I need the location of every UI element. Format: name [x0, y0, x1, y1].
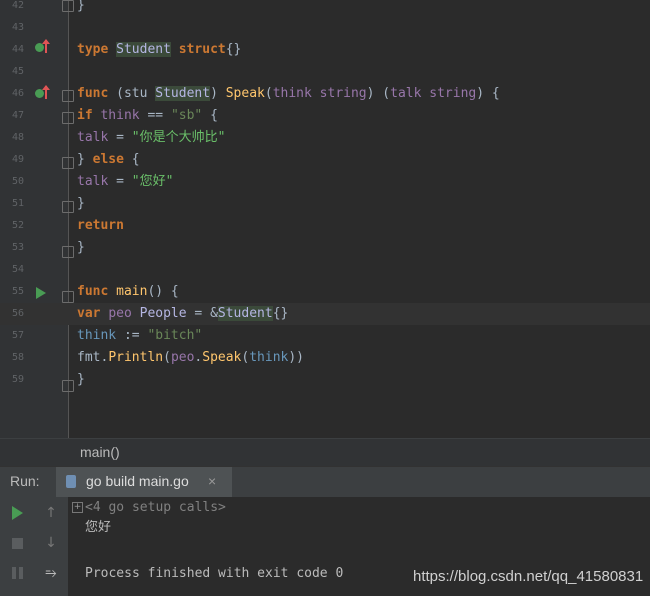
expand-icon[interactable]: + — [72, 502, 83, 513]
code-line[interactable]: 44 type Student struct{} — [0, 39, 650, 61]
breadcrumb-item[interactable]: main() — [80, 444, 120, 460]
code-text[interactable]: } — [77, 0, 85, 17]
code-text[interactable]: type Student struct{} — [77, 39, 241, 61]
go-file-icon — [66, 475, 76, 488]
code-text[interactable]: } — [77, 369, 85, 391]
code-line[interactable]: 53} — [0, 237, 650, 259]
line-number: 56 — [11, 308, 24, 319]
console-output: 您好 — [85, 520, 112, 535]
arrow-down-icon[interactable]: ↓ — [41, 533, 61, 553]
line-number: 44 — [11, 44, 24, 55]
exit-message: Process finished with exit code 0 — [85, 566, 344, 581]
fold-marker-icon[interactable] — [62, 112, 74, 124]
code-line[interactable]: 45 — [0, 61, 650, 83]
code-line[interactable]: 54 — [0, 259, 650, 281]
soft-wrap-icon[interactable]: ⥱ — [41, 563, 61, 583]
run-gutter-icon[interactable] — [36, 287, 46, 299]
code-line[interactable]: 58 fmt.Println(peo.Speak(think)) — [0, 347, 650, 369]
line-number: 57 — [11, 330, 24, 341]
code-editor[interactable]: 42} 43 44 type Student struct{} 45 46 func (st… — [0, 0, 650, 438]
code-line[interactable]: 51} — [0, 193, 650, 215]
code-text[interactable]: func main() { — [77, 281, 179, 303]
line-number: 43 — [11, 22, 24, 33]
code-line[interactable]: 59} — [0, 369, 650, 391]
watermark: https://blog.csdn.net/qq_41580831 — [413, 568, 644, 585]
console-toolbar: ↑ ↓ ⥱ — [0, 497, 68, 596]
run-panel-header: Run: go build main.go × — [0, 466, 650, 498]
line-number: 42 — [11, 0, 24, 11]
code-text[interactable]: if think == "sb" { — [77, 105, 218, 127]
code-line[interactable]: 55 func main() { — [0, 281, 650, 303]
code-line[interactable]: 43 — [0, 17, 650, 39]
rerun-icon[interactable] — [12, 506, 23, 520]
line-number: 53 — [11, 242, 24, 253]
line-number: 47 — [11, 110, 24, 121]
fold-marker-icon[interactable] — [62, 157, 74, 169]
setup-calls-fold[interactable]: <4 go setup calls> — [85, 499, 226, 517]
implementation-icon[interactable] — [35, 39, 51, 54]
line-number: 50 — [11, 176, 24, 187]
code-line[interactable]: 42} — [0, 0, 650, 17]
line-number: 48 — [11, 132, 24, 143]
fold-marker-icon[interactable] — [62, 90, 74, 102]
arrow-up-icon[interactable]: ↑ — [41, 503, 61, 523]
code-line[interactable]: 48 talk = "你是个大帅比" — [0, 127, 650, 149]
line-number: 45 — [11, 66, 24, 77]
code-line[interactable]: 52 return — [0, 215, 650, 237]
line-number: 49 — [11, 154, 24, 165]
implementation-icon[interactable] — [35, 85, 51, 100]
line-number: 52 — [11, 220, 24, 231]
code-text[interactable]: } — [77, 237, 85, 259]
line-number: 58 — [11, 352, 24, 363]
fold-marker-icon[interactable] — [62, 0, 74, 12]
line-number: 51 — [11, 198, 24, 209]
code-text[interactable]: think := "bitch" — [77, 325, 202, 347]
run-label: Run: — [10, 473, 40, 489]
code-line[interactable]: 56 var peo People = &Student{} — [0, 303, 650, 325]
code-text[interactable]: talk = "你是个大帅比" — [77, 127, 225, 149]
fold-marker-icon[interactable] — [62, 201, 74, 213]
code-text[interactable]: func (stu Student) Speak(think string) (… — [77, 83, 500, 105]
code-line[interactable]: 50 talk = "您好" — [0, 171, 650, 193]
code-text[interactable]: fmt.Println(peo.Speak(think)) — [77, 347, 304, 369]
line-number: 54 — [11, 264, 24, 275]
breadcrumb[interactable]: main() — [0, 438, 650, 467]
code-text[interactable]: talk = "您好" — [77, 171, 173, 193]
code-text[interactable]: var peo People = &Student{} — [77, 303, 288, 325]
code-line[interactable]: 57 think := "bitch" — [0, 325, 650, 347]
run-tab-label[interactable]: go build main.go — [86, 473, 189, 489]
pause-icon[interactable] — [12, 567, 24, 579]
line-number: 59 — [11, 374, 24, 385]
code-line[interactable]: 47 if think == "sb" { — [0, 105, 650, 127]
line-number: 46 — [11, 88, 24, 99]
code-text[interactable]: return — [77, 215, 124, 237]
close-icon[interactable]: × — [208, 473, 216, 489]
code-line[interactable]: 49 } else { — [0, 149, 650, 171]
code-line[interactable]: 46 func (stu Student) Speak(think string)… — [0, 83, 650, 105]
fold-marker-icon[interactable] — [62, 291, 74, 303]
run-tab[interactable]: go build main.go × — [56, 467, 232, 497]
code-text[interactable]: } — [77, 193, 85, 215]
stop-icon[interactable] — [12, 538, 23, 549]
line-number: 55 — [11, 286, 24, 297]
code-text[interactable]: } else { — [77, 149, 140, 171]
fold-marker-icon[interactable] — [62, 380, 74, 392]
fold-marker-icon[interactable] — [62, 246, 74, 258]
